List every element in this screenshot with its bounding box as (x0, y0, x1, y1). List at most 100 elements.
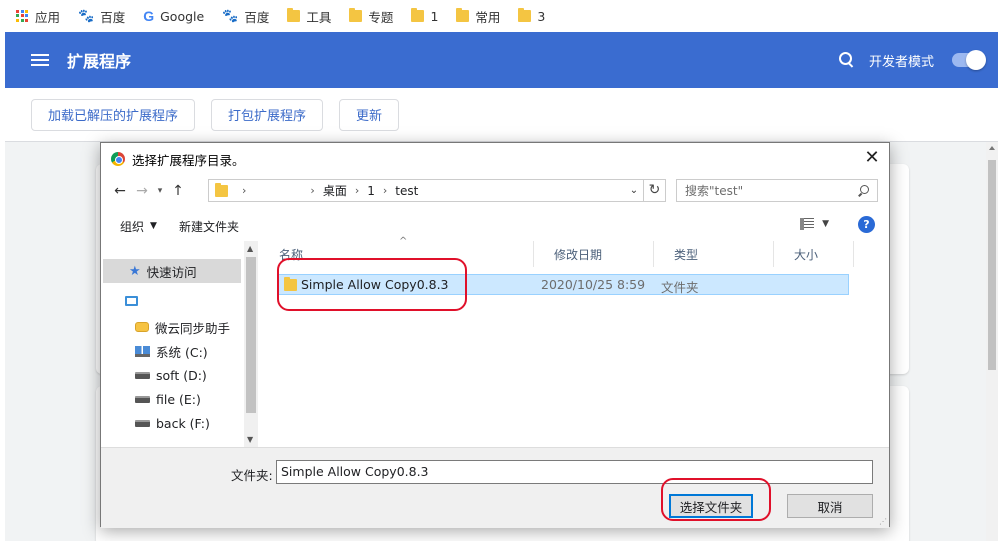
scroll-up-icon[interactable]: ▲ (247, 244, 253, 253)
column-header-type[interactable]: 类型 (654, 241, 774, 267)
scrollbar-thumb[interactable] (246, 257, 256, 413)
drive-icon (135, 371, 150, 379)
baidu-paw-icon: 🐾 (222, 8, 239, 24)
bookmark-folder-tools[interactable]: 工具 (287, 7, 331, 26)
nav-pane-scrollbar[interactable]: ▲ ▼ (244, 241, 258, 447)
search-input[interactable]: 搜索"test" (676, 179, 878, 202)
highlight-annotation-button (661, 478, 771, 521)
extensions-action-bar: 加载已解压的扩展程序 打包扩展程序 更新 (5, 88, 998, 142)
page-scrollbar[interactable] (986, 142, 998, 541)
extensions-header: 扩展程序 开发者模式 (5, 32, 998, 88)
developer-mode-label: 开发者模式 (868, 54, 934, 70)
nav-item-label: 快速访问 (146, 264, 197, 280)
nav-weiyun-sync[interactable]: 微云同步助手 (103, 315, 241, 339)
navigation-pane: ★ 快速访问 微云同步助手 系统 (C:) soft (D:) file (E:… (103, 241, 258, 447)
bookmark-label: 3 (537, 8, 546, 24)
dialog-title: 选择扩展程序目录。 (132, 152, 245, 168)
bookmark-label: 常用 (475, 9, 501, 25)
bookmark-label: 专题 (368, 9, 394, 25)
bookmarks-bar: 应用 🐾 百度 G Google 🐾 百度 工具 专题 1 常用 3 (0, 0, 1000, 32)
select-folder-dialog: 选择扩展程序目录。 ✕ ← → ▾ ↑ › › 桌面 › 1 › test ⌄ ↻ 搜… (100, 142, 890, 528)
column-header-size[interactable]: 大小 (774, 241, 854, 267)
resize-grip-icon[interactable]: ⋰ (879, 517, 887, 526)
help-icon[interactable]: ? (858, 216, 875, 233)
bookmark-label: 百度 (100, 9, 126, 25)
breadcrumb-1[interactable]: 1 (367, 184, 375, 198)
apps-grid-icon (16, 9, 29, 23)
nav-item-label: soft (D:) (156, 367, 207, 383)
highlight-annotation-file (277, 258, 467, 311)
back-arrow-icon[interactable]: ← (109, 183, 131, 199)
address-bar[interactable]: › › 桌面 › 1 › test ⌄ ↻ (208, 179, 666, 202)
forward-arrow-icon[interactable]: → (131, 183, 153, 199)
folder-icon (456, 8, 470, 22)
folder-icon (518, 8, 532, 22)
computer-icon (125, 296, 138, 306)
bookmark-label: Google (160, 8, 205, 24)
nav-drive-c[interactable]: 系统 (C:) (103, 339, 241, 363)
star-icon: ★ (129, 263, 141, 279)
search-icon (858, 185, 869, 196)
nav-item-label: 系统 (C:) (156, 344, 208, 360)
dialog-footer: 文件夹: Simple Allow Copy0.8.3 选择文件夹 取消 ⋰ (101, 447, 889, 528)
bookmark-folder-topics[interactable]: 专题 (349, 7, 393, 26)
cloud-folder-icon (135, 322, 149, 332)
organize-menu[interactable]: 组织 ▼ (120, 218, 157, 235)
bookmark-folder-1[interactable]: 1 (411, 8, 439, 24)
dialog-toolbar: 组织 ▼ 新建文件夹 ▼ ? (101, 211, 889, 241)
new-folder-button[interactable]: 新建文件夹 (179, 218, 239, 235)
refresh-icon[interactable]: ↻ (643, 180, 665, 201)
file-list: ^ 名称 修改日期 类型 大小 Simple Allow Copy0.8.3 2… (259, 236, 869, 447)
bookmark-folder-3[interactable]: 3 (518, 8, 546, 24)
page-title: 扩展程序 (67, 52, 132, 71)
folder-icon (349, 8, 363, 22)
bookmark-folder-common[interactable]: 常用 (456, 7, 500, 26)
menu-icon[interactable] (31, 54, 49, 66)
bookmark-baidu[interactable]: 🐾 百度 (78, 7, 125, 26)
recent-locations-chevron-icon[interactable]: ▾ (153, 186, 167, 196)
nav-item-label: back (F:) (156, 415, 210, 431)
google-g-icon: G (143, 8, 155, 24)
address-dropdown-icon[interactable]: ⌄ (625, 185, 643, 196)
dialog-titlebar: 选择扩展程序目录。 (101, 143, 889, 175)
update-button[interactable]: 更新 (339, 98, 400, 131)
close-icon[interactable]: ✕ (863, 149, 881, 167)
folder-icon (411, 8, 425, 22)
scroll-down-icon[interactable]: ▼ (247, 435, 253, 444)
bookmark-google[interactable]: G Google (143, 8, 204, 24)
nav-quick-access[interactable]: ★ 快速访问 (103, 259, 241, 283)
nav-this-pc[interactable] (103, 289, 241, 313)
bookmark-apps[interactable]: 应用 (16, 7, 60, 26)
developer-mode-toggle[interactable] (952, 50, 986, 70)
folder-icon (287, 8, 301, 22)
windows-drive-icon (135, 345, 150, 357)
navigation-row: ← → ▾ ↑ › › 桌面 › 1 › test ⌄ ↻ 搜索"test" (101, 177, 889, 205)
pack-extension-button[interactable]: 打包扩展程序 (211, 98, 324, 131)
search-placeholder: 搜索"test" (685, 184, 744, 198)
file-modified: 2020/10/25 8:59 (541, 277, 646, 292)
nav-item-label: 微云同步助手 (155, 320, 231, 336)
nav-drive-f[interactable]: back (F:) (103, 411, 241, 435)
bookmark-label: 1 (430, 8, 439, 24)
up-arrow-icon[interactable]: ↑ (167, 183, 189, 199)
nav-item-label: file (E:) (156, 391, 201, 407)
file-type: 文件夹 (661, 280, 699, 295)
column-header-modified[interactable]: 修改日期 (534, 241, 654, 267)
breadcrumb-test[interactable]: test (395, 184, 418, 198)
search-icon[interactable] (838, 52, 855, 68)
chevron-down-icon: ▼ (150, 221, 157, 231)
bookmark-label: 百度 (244, 9, 270, 25)
bookmark-baidu-2[interactable]: 🐾 百度 (222, 7, 269, 26)
nav-drive-e[interactable]: file (E:) (103, 387, 241, 411)
load-unpacked-button[interactable]: 加载已解压的扩展程序 (31, 98, 196, 131)
bookmark-label: 应用 (35, 9, 61, 25)
details-view-icon (800, 218, 815, 230)
folder-name-input[interactable]: Simple Allow Copy0.8.3 (276, 460, 873, 484)
cancel-button[interactable]: 取消 (787, 494, 873, 518)
drive-icon (135, 419, 150, 427)
nav-drive-d[interactable]: soft (D:) (103, 363, 241, 387)
view-options[interactable]: ▼ (800, 218, 829, 230)
chrome-icon (111, 152, 125, 166)
breadcrumb-desktop[interactable]: 桌面 (323, 182, 347, 199)
bookmark-label: 工具 (306, 9, 332, 25)
